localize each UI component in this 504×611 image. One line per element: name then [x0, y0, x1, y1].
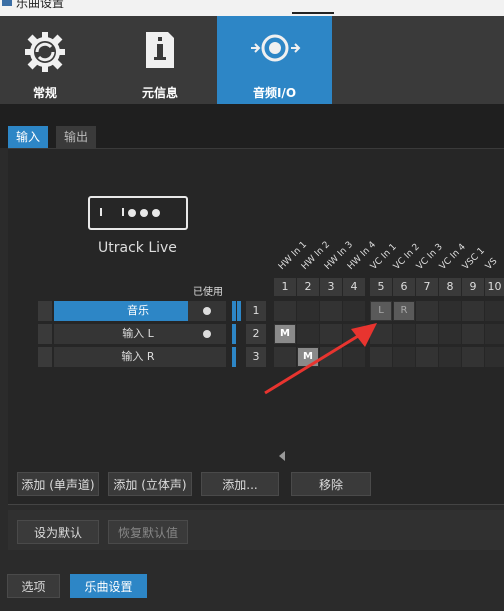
- speaker-io-icon: [250, 34, 300, 62]
- channel-bar: [232, 347, 236, 367]
- matrix-cell[interactable]: [393, 324, 415, 344]
- tab-audio-io-label: 音频I/O: [252, 86, 297, 100]
- used-indicator: [188, 324, 226, 344]
- matrix-cell[interactable]: [416, 301, 438, 321]
- channel-bar: [232, 301, 236, 321]
- titlebar-line: [292, 12, 334, 14]
- device-knobs: [128, 206, 164, 220]
- matrix-cell[interactable]: [485, 347, 504, 367]
- divider: [8, 504, 504, 505]
- matrix-cell[interactable]: [416, 347, 438, 367]
- matrix-cell[interactable]: [439, 301, 461, 321]
- document-icon: [146, 32, 174, 68]
- matrix-cell[interactable]: [393, 347, 415, 367]
- remove-button[interactable]: 移除: [291, 472, 371, 496]
- tab-metadata-label: 元信息: [141, 86, 178, 100]
- used-indicator: [188, 347, 226, 367]
- column-number: 8: [439, 278, 461, 296]
- tab-audio-io[interactable]: 音频I/O: [217, 16, 332, 104]
- add-button[interactable]: 添加...: [201, 472, 279, 496]
- app-icon: [2, 0, 12, 6]
- column-number: 2: [297, 278, 319, 296]
- scroll-left-icon[interactable]: [279, 451, 285, 461]
- annotation-arrow-icon: [264, 323, 377, 395]
- tab-metadata[interactable]: 元信息: [112, 16, 208, 104]
- device-icon: [88, 196, 188, 230]
- row-handle[interactable]: [38, 301, 52, 321]
- matrix-cell[interactable]: [416, 324, 438, 344]
- matrix-cell[interactable]: [462, 324, 484, 344]
- tab-general-label: 常规: [32, 86, 57, 100]
- row-handle[interactable]: [38, 324, 52, 344]
- options-button[interactable]: 选项: [7, 574, 60, 598]
- device-name: Utrack Live: [98, 240, 177, 256]
- add-mono-button[interactable]: 添加 (单声道): [17, 472, 99, 496]
- column-number: 1: [274, 278, 296, 296]
- matrix-cell[interactable]: [462, 301, 484, 321]
- restore-default-button[interactable]: 恢复默认值: [108, 520, 188, 544]
- column-number: 3: [320, 278, 342, 296]
- tab-input[interactable]: 输入: [8, 126, 49, 148]
- matrix-cell[interactable]: [462, 347, 484, 367]
- window-titlebar: 乐曲设置: [0, 0, 504, 16]
- matrix-mark-right[interactable]: R: [394, 302, 414, 320]
- gear-icon: [25, 32, 65, 72]
- column-number: 9: [462, 278, 484, 296]
- tab-output[interactable]: 输出: [56, 126, 97, 148]
- matrix-cell[interactable]: [439, 347, 461, 367]
- channel-bar: [232, 324, 236, 344]
- used-column-header: 已使用: [193, 287, 223, 298]
- song-settings-button[interactable]: 乐曲设置: [70, 574, 147, 598]
- add-stereo-button[interactable]: 添加 (立体声): [108, 472, 192, 496]
- column-number: 7: [416, 278, 438, 296]
- set-default-button[interactable]: 设为默认: [17, 520, 99, 544]
- row-handle[interactable]: [38, 347, 52, 367]
- column-number: 6: [393, 278, 415, 296]
- tab-general[interactable]: 常规: [0, 16, 90, 104]
- used-indicator: [188, 301, 226, 321]
- matrix-cell[interactable]: [485, 324, 504, 344]
- matrix-cell[interactable]: [485, 301, 504, 321]
- column-number: 5: [370, 278, 392, 296]
- matrix-cell[interactable]: [439, 324, 461, 344]
- device-slots: [100, 208, 124, 216]
- column-number: 10: [485, 278, 504, 296]
- channel-bar: [237, 301, 241, 321]
- window-title: 乐曲设置: [16, 0, 65, 10]
- column-number: 4: [343, 278, 365, 296]
